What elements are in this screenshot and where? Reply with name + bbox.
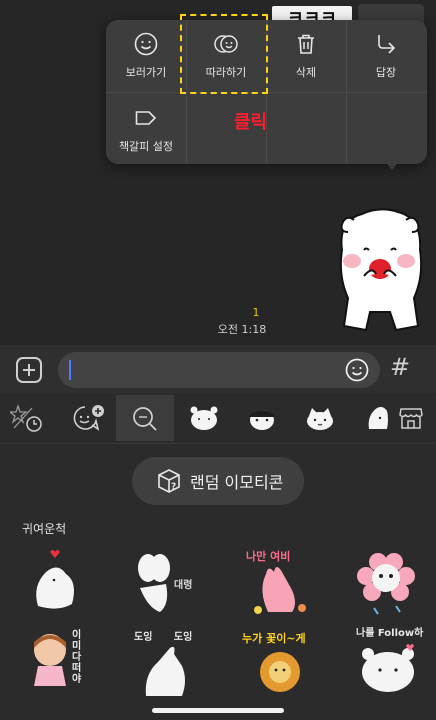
menu-item-bookmark[interactable]: 책갈피 설정 <box>106 94 186 164</box>
menu-item-label: 보러가기 <box>125 66 167 79</box>
emoticon-plus-icon <box>73 405 104 431</box>
menu-item-label: 답장 <box>375 66 397 79</box>
text-caret <box>69 360 71 380</box>
plus-icon <box>23 364 35 376</box>
attach-plus-button[interactable] <box>16 357 42 383</box>
tab-store[interactable] <box>386 395 436 441</box>
sticker-daeryeong[interactable]: 대령 <box>130 548 210 618</box>
smiley-icon <box>134 32 158 56</box>
menu-pointer <box>384 160 400 170</box>
recent-icon <box>10 404 42 432</box>
svg-text:?: ? <box>171 482 176 492</box>
sticker-naman-yeobi[interactable]: 나만 여비 <box>242 548 322 618</box>
random-emoticon-label: 랜덤 이모티콘 <box>190 473 284 492</box>
sticker-follow[interactable]: 나를 Follow하 <box>352 624 432 698</box>
search-icon <box>133 407 157 431</box>
sticker-caption: 누가 꽃이~게 <box>242 632 306 645</box>
sticker-rabbit-image <box>254 567 306 614</box>
home-indicator <box>152 708 284 713</box>
sticker-doing[interactable]: 도잉 도잉 <box>130 628 210 698</box>
tab-cat-set[interactable] <box>290 395 348 441</box>
sticker-caption: 대령 <box>174 580 193 591</box>
menu-item-view[interactable]: 보러가기 <box>106 20 186 90</box>
sticker-lion-image <box>260 652 300 692</box>
store-icon <box>399 408 423 429</box>
mask-sticker-icon <box>250 410 274 430</box>
menu-item-label: 책갈피 설정 <box>118 140 174 153</box>
sticker-bear-image <box>362 644 414 692</box>
reply-arrow-icon <box>378 35 396 54</box>
tab-bear-set[interactable] <box>174 395 232 441</box>
sticker-caption: 나를 Follow하 <box>356 628 424 639</box>
read-count: 1 <box>252 306 260 319</box>
highlight-box <box>180 14 268 94</box>
menu-item-reply[interactable]: 답장 <box>346 20 426 90</box>
click-annotation: 클릭 <box>234 112 268 133</box>
sticker-caption: 이미 다 떠야 <box>72 630 82 685</box>
sticker-nuga-kkochi[interactable]: 누가 꽃이~게 <box>242 628 322 698</box>
sticker-girl[interactable]: 이미 다 떠야 <box>28 628 108 698</box>
message-time: 오전 1:18 <box>217 323 267 336</box>
message-input[interactable] <box>58 352 380 388</box>
menu-item-delete[interactable]: 삭제 <box>266 20 346 90</box>
bear-sticker-image[interactable] <box>334 206 426 334</box>
cat-sticker-icon <box>307 408 333 430</box>
random-box-icon: ? <box>158 469 180 493</box>
tab-recent[interactable] <box>0 395 58 441</box>
bookmark-tag-icon <box>135 111 157 125</box>
bear-sticker-icon <box>190 406 218 430</box>
sticker-hand-image <box>145 646 185 696</box>
menu-item-label: 삭제 <box>295 66 317 79</box>
tab-mask-set[interactable] <box>232 395 290 441</box>
hashtag-search-button[interactable]: # <box>388 353 412 383</box>
sticker-ghost-heart[interactable] <box>28 548 108 618</box>
menu-divider <box>186 94 187 164</box>
emoticon-button[interactable] <box>345 358 369 382</box>
sticker-girl-image <box>34 634 66 686</box>
tab-search[interactable] <box>116 395 174 441</box>
sticker-flower[interactable] <box>352 548 432 618</box>
tab-emoticon-plus[interactable] <box>58 395 116 441</box>
emoticon-set-title: 귀여운척 <box>22 522 67 536</box>
trash-icon <box>298 34 314 54</box>
